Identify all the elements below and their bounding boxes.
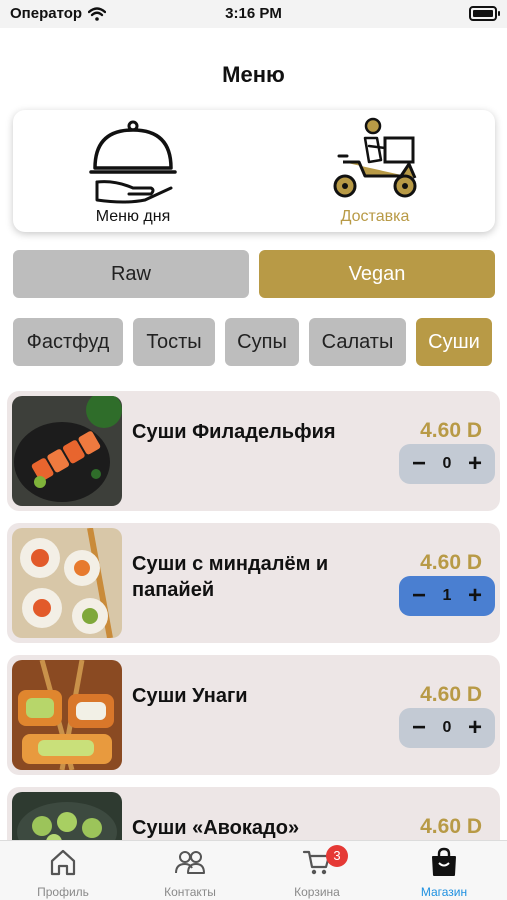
tab-profile[interactable]: Профиль — [0, 847, 126, 899]
contacts-icon — [175, 851, 205, 874]
status-bar: Оператор 3:16 PM — [0, 0, 507, 28]
plus-button[interactable]: + — [465, 584, 485, 608]
menu-item-card[interactable]: Суши Филадельфия 4.60 D − 0 + — [7, 391, 500, 511]
quantity-stepper: − 0 + — [399, 708, 495, 748]
minus-button[interactable]: − — [409, 716, 429, 740]
delivery-scooter-icon — [333, 117, 417, 198]
cloche-icon — [89, 120, 177, 204]
minus-button[interactable]: − — [409, 452, 429, 476]
mode-label: Меню дня — [95, 208, 171, 225]
category-salads-button[interactable]: Салаты — [309, 318, 406, 366]
tab-label: Корзина — [294, 885, 340, 899]
home-icon — [50, 849, 76, 876]
item-name: Суши с миндалём и папайей — [132, 553, 329, 601]
item-photo — [12, 792, 122, 840]
quantity-stepper: − 1 + — [399, 576, 495, 616]
mode-menu-of-day[interactable]: Меню дня — [33, 116, 233, 228]
item-price: 4.60 D — [420, 683, 482, 706]
minus-button[interactable]: − — [409, 584, 429, 608]
battery-icon — [469, 6, 500, 21]
category-toasts-button[interactable]: Тосты — [133, 318, 215, 366]
category-fastfood-button[interactable]: Фастфуд — [13, 318, 123, 366]
tab-label: Профиль — [37, 885, 89, 899]
item-price: 4.60 D — [420, 419, 482, 442]
mode-label: Доставка — [340, 208, 410, 225]
category-soups-button[interactable]: Супы — [225, 318, 299, 366]
tab-shop[interactable]: Магазин — [381, 847, 507, 899]
tab-bar: Профиль Контакты 3 Корзина Магазин — [0, 840, 507, 900]
segment-vegan-button[interactable]: Vegan — [259, 250, 495, 298]
item-name: Суши Унаги — [132, 685, 248, 707]
quantity-value: 0 — [442, 455, 452, 472]
item-photo — [12, 396, 122, 506]
cart-badge: 3 — [326, 845, 348, 867]
item-price: 4.60 D — [420, 815, 482, 838]
quantity-value: 1 — [442, 587, 452, 604]
tab-contacts[interactable]: Контакты — [127, 847, 253, 899]
mode-selector-card: Меню дня Доставка — [13, 110, 495, 232]
mode-delivery[interactable]: Доставка — [275, 116, 475, 228]
item-name: Суши Филадельфия — [132, 421, 336, 443]
menu-item-card[interactable]: Суши «Авокадо» 4.60 D − 0 + — [7, 787, 500, 840]
menu-items-list[interactable]: Суши Филадельфия 4.60 D − 0 + Суши с мин… — [0, 388, 507, 840]
item-photo — [12, 660, 122, 770]
shopping-bag-icon — [432, 847, 456, 876]
menu-item-card[interactable]: Суши Унаги 4.60 D − 0 + — [7, 655, 500, 775]
menu-item-card[interactable]: Суши с миндалём и папайей 4.60 D − 1 + — [7, 523, 500, 643]
category-sushi-button[interactable]: Суши — [416, 318, 492, 366]
tab-label: Магазин — [420, 885, 468, 899]
item-price: 4.60 D — [420, 551, 482, 574]
segment-raw-button[interactable]: Raw — [13, 250, 249, 298]
quantity-value: 0 — [442, 719, 452, 736]
page-title: Меню — [222, 62, 285, 87]
quantity-stepper: − 0 + — [399, 444, 495, 484]
tab-label: Контакты — [164, 885, 216, 899]
plus-button[interactable]: + — [465, 716, 485, 740]
tab-cart[interactable]: 3 Корзина — [254, 845, 380, 899]
plus-button[interactable]: + — [465, 452, 485, 476]
item-name: Суши «Авокадо» — [132, 817, 300, 839]
item-photo — [12, 528, 122, 638]
clock: 3:16 PM — [225, 5, 282, 22]
